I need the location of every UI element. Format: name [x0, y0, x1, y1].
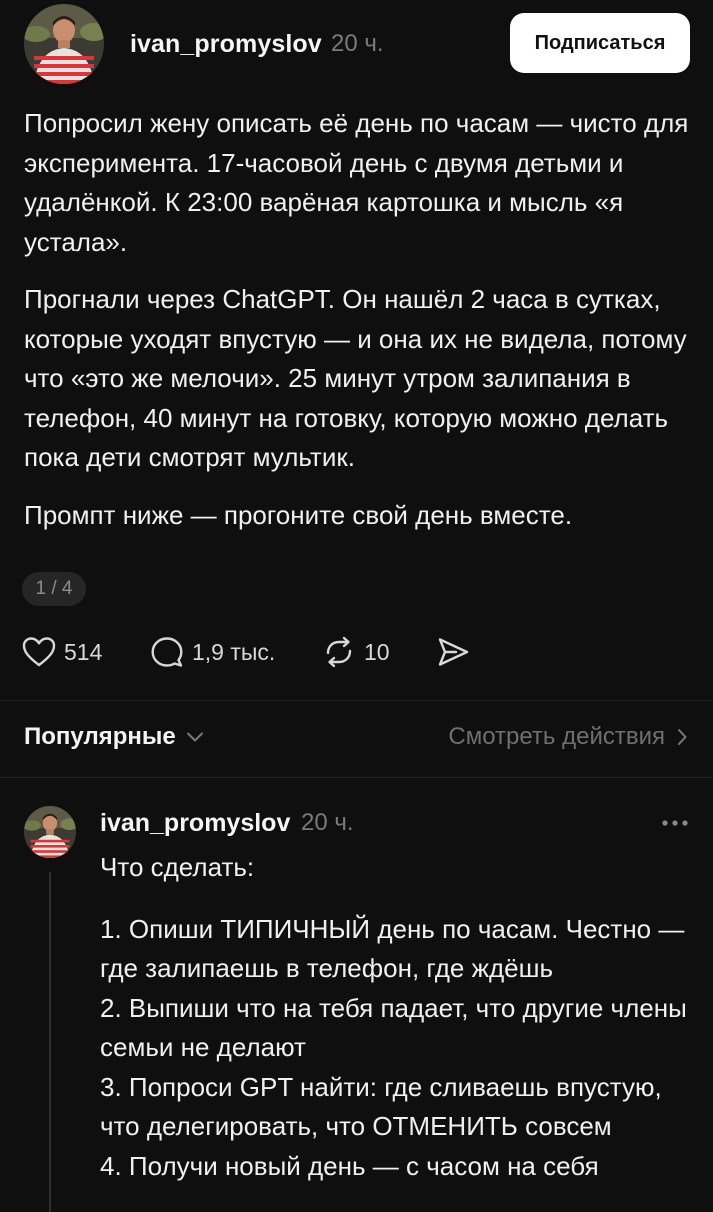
- repost-icon: [326, 636, 352, 668]
- heart-icon: [22, 637, 56, 667]
- comment-count: 1,9 тыс.: [192, 638, 276, 665]
- chevron-right-icon: [678, 729, 687, 745]
- avatar-photo: [24, 806, 76, 858]
- post-text: Попросил жену описать её день по часам —…: [24, 104, 694, 535]
- view-activity-label: Смотреть действия: [448, 723, 665, 750]
- sort-dropdown[interactable]: Популярные: [24, 723, 204, 751]
- post-avatar[interactable]: [24, 4, 104, 84]
- share-button[interactable]: [436, 633, 470, 671]
- thread-line: [49, 872, 51, 1212]
- reply-list-item: 2. Выпиши что на тебя падает, что другие…: [100, 992, 687, 1063]
- comment-button[interactable]: 1,9 тыс.: [150, 633, 275, 671]
- post-paragraph-2: Прогнали через ChatGPT. Он нашёл 2 часа …: [24, 284, 687, 472]
- post-paragraph-3: Промпт ниже — прогоните свой день вместе…: [24, 499, 573, 530]
- reply-text: Что сделать: 1. Опиши ТИПИЧНЫЙ день по ч…: [100, 848, 700, 1186]
- avatar-photo: [24, 4, 104, 84]
- more-icon[interactable]: [661, 818, 689, 828]
- media-page-counter: 1 / 4: [22, 572, 86, 606]
- reply-list-item: 1. Опиши ТИПИЧНЫЙ день по часам. Честно …: [100, 913, 685, 984]
- like-button[interactable]: 514: [22, 633, 102, 671]
- repost-count: 10: [364, 638, 390, 665]
- share-icon: [438, 638, 469, 666]
- reply-list-item: 3. Попроси GPT найти: где сливаешь впуст…: [100, 1071, 662, 1142]
- repost-button[interactable]: 10: [322, 633, 390, 671]
- replies-sort-bar: Популярные Смотреть действия: [0, 700, 713, 778]
- reply-username[interactable]: ivan_promyslov: [100, 809, 290, 838]
- reply-intro: Что сделать:: [100, 852, 255, 882]
- post-paragraph-1: Попросил жену описать её день по часам —…: [24, 108, 689, 257]
- like-count: 514: [64, 638, 103, 665]
- reply-timestamp: 20 ч.: [301, 809, 354, 836]
- chevron-down-icon: [186, 732, 203, 742]
- subscribe-button[interactable]: Подписаться: [510, 13, 690, 73]
- post-username[interactable]: ivan_promyslov: [130, 30, 322, 59]
- sort-label: Популярные: [24, 723, 176, 750]
- comment-icon: [151, 637, 183, 667]
- view-activity-link[interactable]: Смотреть действия: [448, 723, 687, 751]
- reply-avatar[interactable]: [24, 806, 76, 858]
- reply-list-item: 4. Получи новый день — с часом на себя: [100, 1150, 599, 1181]
- post-timestamp: 20 ч.: [331, 30, 384, 57]
